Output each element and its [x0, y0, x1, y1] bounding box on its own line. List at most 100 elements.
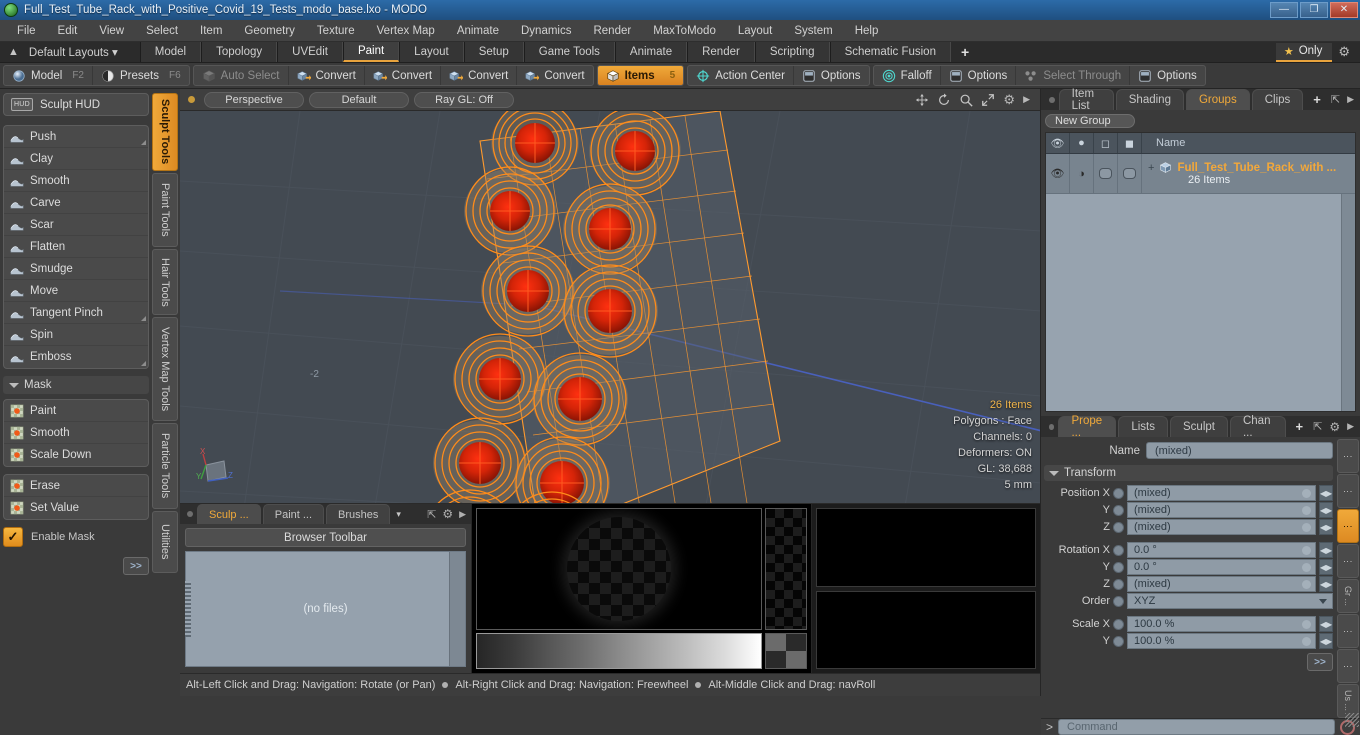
vertical-tab-sculpt-tools[interactable]: Sculpt Tools	[152, 93, 178, 171]
default-layouts-label[interactable]: Default Layouts ▾	[29, 45, 118, 59]
expander-icon[interactable]: +	[1148, 162, 1154, 174]
menu-item-select[interactable]: Select	[135, 20, 189, 42]
property-radio[interactable]	[1113, 544, 1124, 556]
sculpt-tool-carve[interactable]: Carve	[4, 192, 148, 214]
property-value-input[interactable]: XYZ	[1127, 593, 1333, 609]
sculpt-tool-spin[interactable]: Spin	[4, 324, 148, 346]
move-icon[interactable]	[915, 93, 929, 107]
select-through-button-2[interactable]: Select Through	[1016, 66, 1131, 85]
box-solid-icon[interactable]: ◼	[1118, 133, 1142, 153]
texture-preview-pane[interactable]	[472, 504, 812, 673]
command-input[interactable]: Command	[1058, 719, 1335, 735]
properties-expand-button[interactable]: >>	[1307, 653, 1333, 671]
mask-tool-set-value[interactable]: Set Value	[4, 497, 148, 519]
slider-knob-icon[interactable]	[1302, 545, 1311, 555]
add-right-tab-button[interactable]: +	[1305, 89, 1329, 110]
rotate-icon[interactable]	[937, 92, 951, 107]
browser-scrollbar[interactable]	[449, 552, 465, 666]
layout-tab-model[interactable]: Model	[139, 42, 202, 62]
slider-knob-icon[interactable]	[1302, 522, 1311, 532]
mask-section-header[interactable]: Mask	[3, 376, 149, 394]
browser-menu-dot-icon[interactable]	[187, 511, 193, 517]
close-button[interactable]: ✕	[1330, 2, 1358, 18]
browser-tab-0[interactable]: Sculp ...	[197, 504, 261, 524]
menu-item-edit[interactable]: Edit	[47, 20, 89, 42]
right-tab-groups[interactable]: Groups	[1185, 89, 1250, 110]
vertical-tab-paint-tools[interactable]: Paint Tools	[152, 173, 178, 247]
texture-swatch[interactable]	[765, 633, 807, 669]
property-radio[interactable]	[1113, 521, 1124, 533]
slider-knob-icon[interactable]	[1302, 619, 1311, 629]
property-value-input[interactable]: 0.0 °	[1127, 559, 1316, 575]
model-button[interactable]: Model F2	[4, 66, 93, 85]
properties-tab-1[interactable]: Lists	[1118, 416, 1168, 437]
menu-item-vertex-map[interactable]: Vertex Map	[366, 20, 446, 42]
name-input[interactable]: (mixed)	[1146, 442, 1333, 459]
group-list-scrollbar[interactable]	[1341, 194, 1355, 411]
auto-select-button[interactable]: Auto Select	[194, 66, 289, 85]
properties-side-tab-6[interactable]: ⋮	[1337, 649, 1359, 683]
action-center-button[interactable]: Action Center	[688, 66, 794, 85]
stepper-arrows-icon[interactable]: ◀▶	[1319, 485, 1333, 501]
stepper-arrows-icon[interactable]: ◀▶	[1319, 616, 1333, 632]
layout-tab-game-tools[interactable]: Game Tools	[523, 42, 615, 62]
property-value-input[interactable]: 0.0 °	[1127, 542, 1316, 558]
menu-item-system[interactable]: System	[783, 20, 843, 42]
slider-knob-icon[interactable]	[1302, 505, 1311, 515]
sculpt-hud-button[interactable]: HUD Sculpt HUD	[3, 93, 149, 116]
sculpt-tool-clay[interactable]: Clay	[4, 148, 148, 170]
items-button[interactable]: Items 5	[597, 66, 684, 85]
properties-tab-0[interactable]: Prope ...	[1058, 415, 1117, 439]
property-radio[interactable]	[1113, 595, 1124, 607]
right-tab-item-list[interactable]: Item List	[1058, 88, 1114, 112]
slider-knob-icon[interactable]	[1302, 488, 1311, 498]
properties-tab-3[interactable]: Chan ...	[1229, 415, 1286, 439]
enable-mask-row[interactable]: ✓ Enable Mask	[3, 527, 149, 547]
add-layout-tab-button[interactable]: +	[951, 42, 979, 62]
viewport-view-mode-button[interactable]: Perspective	[204, 91, 304, 108]
preview-blank-bottom[interactable]	[816, 590, 1036, 669]
sculpt-tool-flatten[interactable]: Flatten	[4, 236, 148, 258]
viewport-shading-button[interactable]: Default	[309, 91, 409, 108]
vertical-tab-particle-tools[interactable]: Particle Tools	[152, 423, 178, 509]
layout-tab-schematic-fusion[interactable]: Schematic Fusion	[829, 42, 951, 62]
property-radio[interactable]	[1113, 504, 1124, 516]
right-tab-shading[interactable]: Shading	[1115, 89, 1184, 110]
row-box2-toggle[interactable]	[1118, 154, 1142, 193]
convert-1-button[interactable]: Convert	[289, 66, 365, 85]
preview-blank-top[interactable]	[816, 508, 1036, 587]
sculpt-tool-smudge[interactable]: Smudge	[4, 258, 148, 280]
stepper-arrows-icon[interactable]: ◀▶	[1319, 542, 1333, 558]
browser-toolbar[interactable]: Browser Toolbar	[185, 528, 466, 547]
layout-tab-topology[interactable]: Topology	[201, 42, 278, 62]
stepper-arrows-icon[interactable]: ◀▶	[1319, 576, 1333, 592]
options-button-1[interactable]: Options	[941, 66, 1017, 85]
layout-tab-scripting[interactable]: Scripting	[754, 42, 830, 62]
property-value-input[interactable]: (mixed)	[1127, 502, 1316, 518]
eye-icon[interactable]: 👁	[1046, 133, 1070, 153]
property-value-input[interactable]: 100.0 %	[1127, 616, 1316, 632]
right-panel-menu-dot-icon[interactable]	[1049, 96, 1055, 103]
table-row[interactable]: 👁 ◑ + Full_Test_Tube_Rack_with ... 26 It…	[1046, 154, 1355, 194]
stepper-arrows-icon[interactable]: ◀▶	[1319, 519, 1333, 535]
menu-item-help[interactable]: Help	[844, 20, 890, 42]
properties-tab-2[interactable]: Sculpt	[1170, 416, 1228, 437]
resize-grip-icon[interactable]	[185, 581, 191, 637]
slider-knob-icon[interactable]	[1302, 579, 1311, 589]
render-icon[interactable]: ●	[1070, 133, 1094, 153]
layout-tab-uvedit[interactable]: UVEdit	[277, 42, 343, 62]
browser-file-list[interactable]: (no files)	[185, 551, 466, 667]
gear-icon[interactable]: ⚙	[1332, 44, 1356, 60]
group-list-body[interactable]	[1046, 194, 1355, 411]
texture-gradient-ramp[interactable]	[476, 633, 762, 669]
fit-icon[interactable]	[981, 93, 995, 107]
layout-tab-animate[interactable]: Animate	[614, 42, 688, 62]
row-eye-toggle[interactable]: 👁	[1046, 154, 1070, 193]
vertical-tab-hair-tools[interactable]: Hair Tools	[152, 249, 178, 315]
browser-tab-2[interactable]: Brushes	[326, 504, 391, 524]
mask-tool-erase[interactable]: Erase	[4, 475, 148, 497]
row-box1-toggle[interactable]	[1094, 154, 1118, 193]
convert-2-button[interactable]: Convert	[365, 66, 442, 85]
only-toggle-button[interactable]: ★ Only	[1275, 42, 1333, 62]
menu-item-render[interactable]: Render	[582, 20, 642, 42]
